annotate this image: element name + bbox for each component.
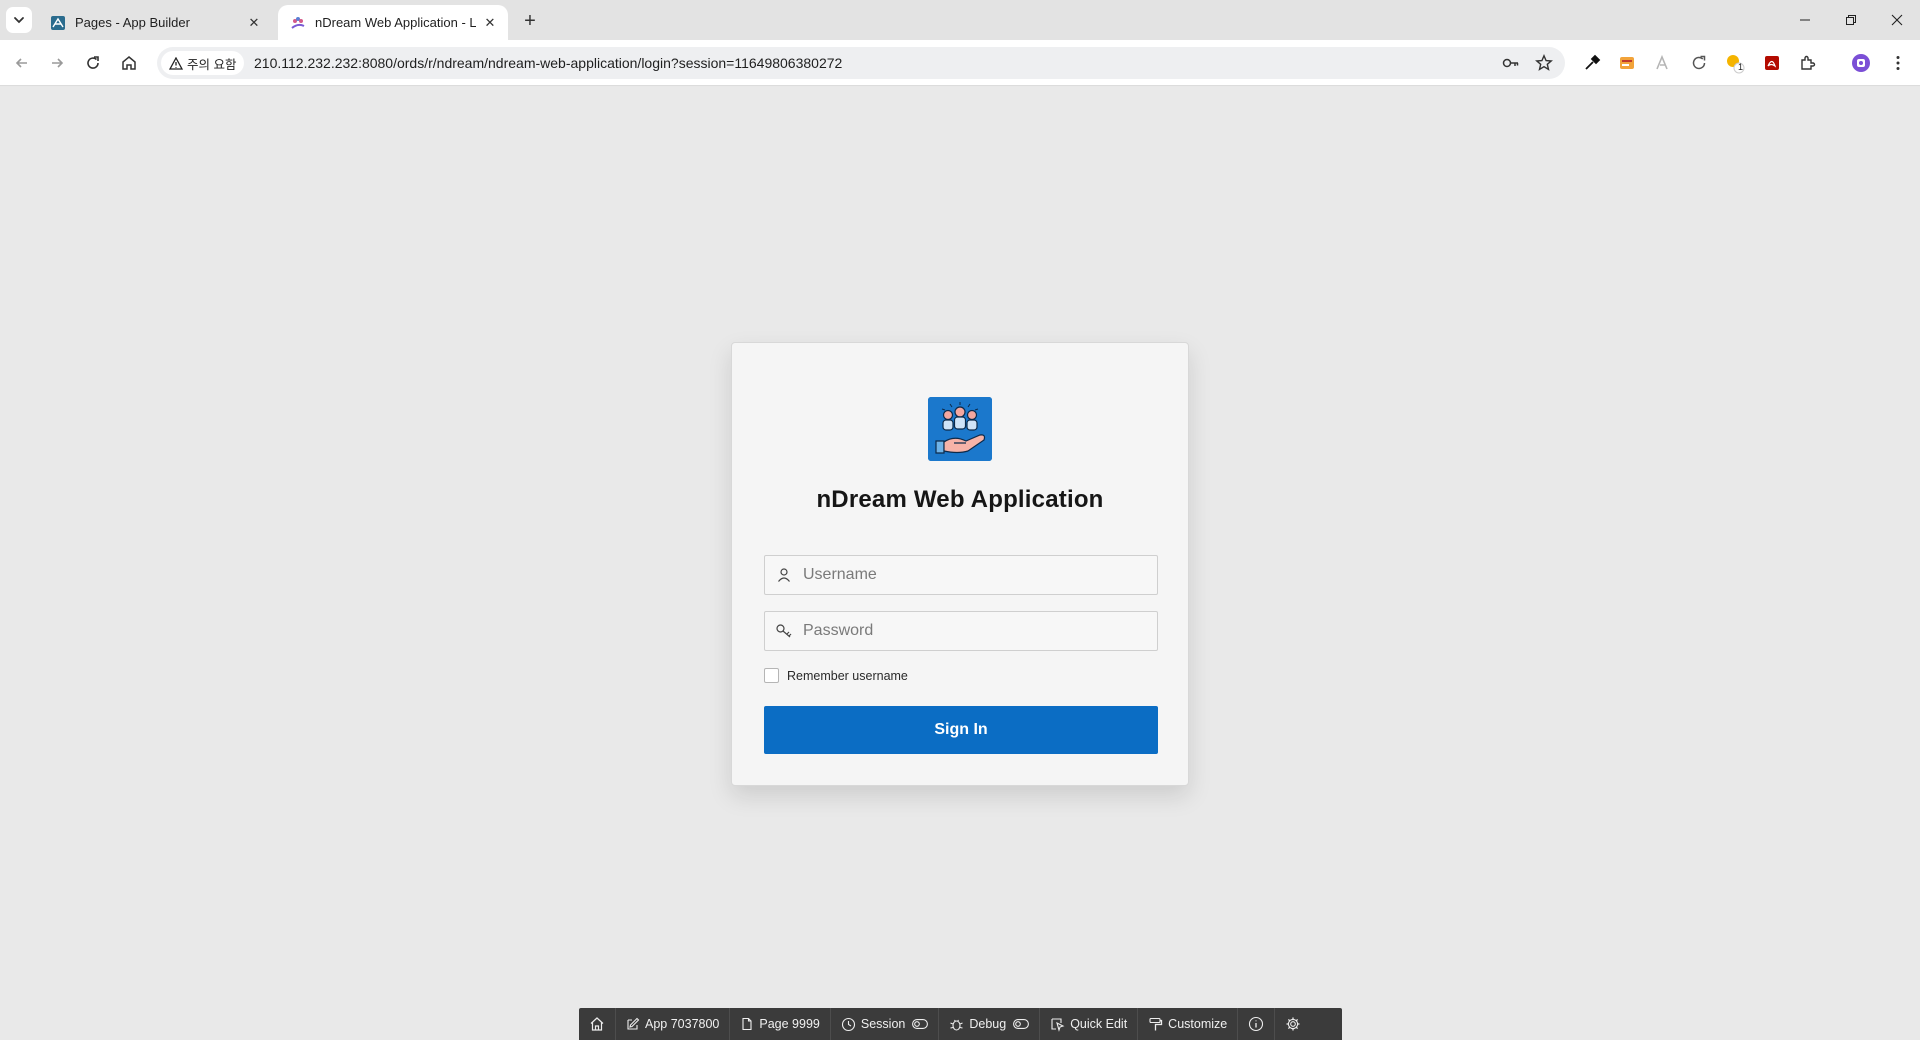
page-edit-icon — [742, 1017, 752, 1031]
refresh-extension-icon[interactable] — [1688, 52, 1710, 74]
address-bar[interactable]: 주의 요함 210.112.232.232:8080/ords/r/ndream… — [157, 47, 1565, 79]
url-text[interactable]: 210.112.232.232:8080/ords/r/ndream/ndrea… — [254, 55, 842, 71]
edit-icon — [627, 1017, 640, 1030]
security-warning-label: 주의 요함 — [187, 57, 237, 72]
app-logo-icon — [928, 397, 992, 461]
tab-search-button[interactable] — [6, 7, 32, 33]
dev-customize-label: Customize — [1168, 1017, 1228, 1031]
dev-app-button[interactable]: App 7037800 — [616, 1008, 731, 1040]
dev-debug-label: Debug — [969, 1017, 1007, 1031]
warning-icon — [169, 56, 183, 70]
toggle-icon — [912, 1019, 929, 1029]
dev-page-label: Page 9999 — [759, 1017, 820, 1031]
info-icon — [1249, 1016, 1264, 1032]
tab-pages-app-builder[interactable]: Pages - App Builder ✕ — [38, 5, 272, 40]
browser-menu-icon[interactable] — [1887, 52, 1909, 74]
minimize-button[interactable] — [1782, 0, 1828, 40]
user-icon — [765, 556, 803, 594]
dev-quick-edit-label: Quick Edit — [1070, 1017, 1128, 1031]
dev-app-label: App 7037800 — [645, 1017, 720, 1031]
new-tab-button[interactable]: + — [518, 9, 542, 33]
tab-title: nDream Web Application - Log — [315, 15, 476, 30]
page-body: nDream Web Application Remember username… — [0, 87, 1920, 1040]
clock-icon — [841, 1017, 855, 1031]
username-field[interactable] — [764, 555, 1158, 595]
dev-settings-button[interactable] — [1275, 1008, 1311, 1040]
password-input[interactable] — [803, 612, 1157, 650]
restore-icon — [1846, 15, 1856, 25]
close-tab-icon[interactable]: ✕ — [246, 15, 262, 31]
remember-username[interactable]: Remember username — [764, 668, 908, 683]
security-warning-chip[interactable]: 주의 요함 — [161, 51, 245, 75]
forward-button[interactable] — [43, 49, 71, 77]
home-icon — [590, 1017, 604, 1031]
password-key-icon[interactable] — [1501, 53, 1521, 73]
developer-toolbar: App 7037800 Page 9999 Session Debug Quic… — [579, 1008, 1342, 1040]
reload-button[interactable] — [79, 49, 107, 77]
dev-session-label: Session — [860, 1017, 906, 1031]
notes-extension-icon[interactable] — [1616, 52, 1638, 74]
dev-quick-edit-button[interactable]: Quick Edit — [1040, 1008, 1139, 1040]
arrow-right-icon — [52, 58, 64, 68]
dev-home-button[interactable] — [579, 1008, 616, 1040]
back-button[interactable] — [8, 49, 36, 77]
gear-icon — [1286, 1017, 1300, 1031]
remember-label: Remember username — [787, 668, 908, 683]
ndream-favicon-icon — [291, 16, 305, 29]
dev-session-button[interactable]: Session — [831, 1008, 940, 1040]
key-icon — [765, 612, 803, 650]
bookmark-star-icon[interactable] — [1534, 53, 1554, 73]
font-extension-icon[interactable] — [1652, 52, 1674, 74]
chevron-down-icon — [14, 17, 24, 24]
close-icon — [1891, 14, 1903, 26]
restore-button[interactable] — [1828, 0, 1874, 40]
close-tab-icon[interactable]: ✕ — [482, 15, 498, 31]
remember-checkbox[interactable] — [764, 668, 779, 683]
home-button[interactable] — [115, 49, 143, 77]
close-window-button[interactable] — [1874, 0, 1920, 40]
reload-icon — [87, 56, 99, 69]
eyedropper-extension-icon[interactable] — [1581, 52, 1603, 74]
dev-debug-button[interactable]: Debug — [939, 1008, 1041, 1040]
login-card: nDream Web Application Remember username… — [731, 342, 1189, 786]
tab-title: Pages - App Builder — [75, 15, 190, 30]
app-builder-favicon-icon — [51, 15, 65, 30]
extensions-puzzle-icon[interactable] — [1797, 52, 1819, 74]
arrow-left-icon — [15, 58, 27, 68]
bug-icon — [950, 1019, 964, 1031]
dev-info-button[interactable] — [1238, 1008, 1276, 1040]
sign-in-button[interactable]: Sign In — [764, 706, 1158, 754]
home-icon — [122, 56, 136, 70]
paint-roller-icon — [1149, 1017, 1163, 1030]
password-field[interactable] — [764, 611, 1158, 651]
dev-page-button[interactable]: Page 9999 — [730, 1008, 831, 1040]
tab-ndream-login[interactable]: nDream Web Application - Log ✕ — [278, 5, 508, 40]
minimize-icon — [1800, 19, 1810, 21]
quick-edit-icon — [1051, 1017, 1065, 1032]
dev-customize-button[interactable]: Customize — [1138, 1008, 1239, 1040]
browser-toolbar: 주의 요함 210.112.232.232:8080/ords/r/ndream… — [0, 40, 1920, 114]
username-input[interactable] — [803, 556, 1157, 594]
extension-badge: 1 — [1738, 62, 1744, 72]
toggle-icon — [1013, 1019, 1030, 1029]
app-title: nDream Web Application — [816, 486, 1104, 513]
profile-avatar-icon[interactable] — [1850, 52, 1872, 74]
pdf-extension-icon[interactable] — [1761, 52, 1783, 74]
weather-extension-icon[interactable]: 1 — [1724, 52, 1746, 74]
browser-tab-strip: Pages - App Builder ✕ nDream Web Applica… — [0, 0, 1920, 40]
